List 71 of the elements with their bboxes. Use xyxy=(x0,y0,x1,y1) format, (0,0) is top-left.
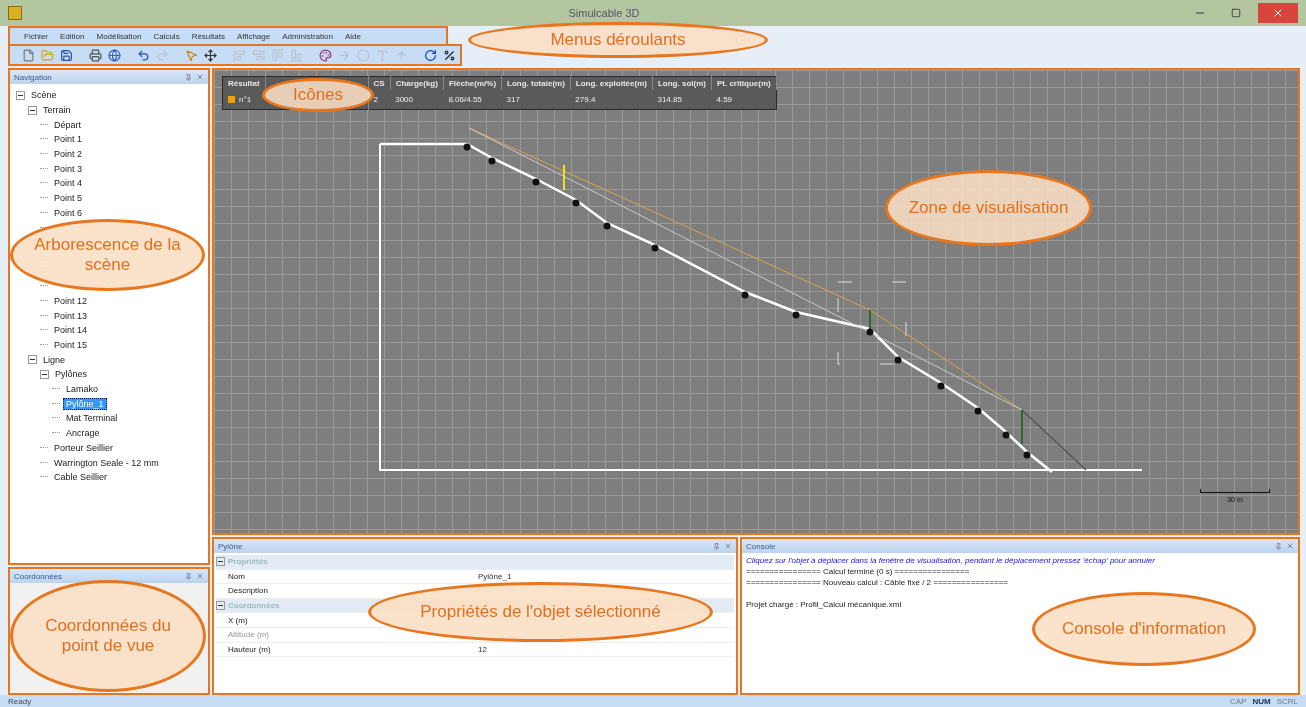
collapse-icon[interactable] xyxy=(216,557,225,567)
table-cell: 3000 xyxy=(390,90,444,110)
pin-icon[interactable] xyxy=(185,572,192,580)
menu-item[interactable]: Calculs xyxy=(153,31,180,41)
tree-item[interactable]: Départ xyxy=(51,118,84,131)
column-header: Pt. critique(m) xyxy=(711,76,777,90)
column-header: Long. totale(m) xyxy=(501,76,571,90)
palette-icon[interactable] xyxy=(317,47,333,63)
table-cell: 317 xyxy=(501,90,571,110)
table-cell: 4.59 xyxy=(711,90,777,110)
menu-item[interactable]: Administration xyxy=(282,31,333,41)
close-icon[interactable] xyxy=(724,542,732,550)
panel-title: Coordonnées xyxy=(14,571,64,581)
status-indicator: CAP xyxy=(1230,696,1247,706)
annotation-callout: Menus déroulants xyxy=(468,22,768,58)
tree-item[interactable]: Ancrage xyxy=(63,427,103,440)
property-value[interactable]: Pylône_1 xyxy=(478,571,734,581)
group-label: Coordonnées xyxy=(228,601,281,611)
property-name: Nom xyxy=(228,571,246,581)
close-icon xyxy=(1272,7,1284,19)
column-header: Charge(kg) xyxy=(390,76,444,90)
refresh-icon[interactable] xyxy=(422,47,438,63)
column-header: Long. exploitée(m) xyxy=(570,76,653,90)
move-icon[interactable] xyxy=(202,47,218,63)
menu-item[interactable]: Fichier xyxy=(24,31,48,41)
console-message: ================ Calcul terminé (0 s) ================ xyxy=(746,567,971,578)
collapse-icon[interactable] xyxy=(40,369,49,379)
maximize-icon xyxy=(1231,8,1241,18)
console-message: Cliquez sur l'objet à déplacer dans la fenêtre de visualisation, pendant le déplacement pressez 'échap' pour annuler xyxy=(746,556,1156,567)
menu-item[interactable]: Affichage xyxy=(237,31,271,41)
table-cell: 279.4 xyxy=(570,90,653,110)
collapse-icon[interactable] xyxy=(28,355,37,365)
tree-item[interactable]: Warrington Seale - 12 mm xyxy=(51,456,162,469)
window-title: Simulcable 3D xyxy=(567,7,641,19)
status-indicator: SCRL xyxy=(1276,696,1298,706)
column-header: Long. sol(m) xyxy=(652,76,712,90)
pin-icon[interactable] xyxy=(713,542,720,550)
console-message: Projet chargé : Profil_Calcul mécanique.xml xyxy=(746,600,903,611)
menu-item[interactable]: Résultats xyxy=(191,31,225,41)
close-icon[interactable] xyxy=(196,73,204,81)
collapse-icon[interactable] xyxy=(16,90,25,100)
status-text: Ready xyxy=(8,696,33,706)
save-icon[interactable] xyxy=(58,47,74,63)
column-header: Flèche(m/%) xyxy=(443,76,502,90)
property-name: X (m) xyxy=(228,615,249,625)
globe-icon[interactable] xyxy=(106,47,122,63)
pin-icon[interactable] xyxy=(1275,542,1282,550)
table-cell: 8.06/4.55 xyxy=(443,90,502,110)
pin-icon[interactable] xyxy=(185,73,192,81)
group-label: Propriétés xyxy=(228,557,269,567)
property-name: Hauteur (m) xyxy=(228,644,272,654)
app-icon xyxy=(8,6,22,20)
table-cell: 314.85 xyxy=(652,90,712,110)
menu-item[interactable]: Edition xyxy=(60,31,85,41)
panel-title: Pylône xyxy=(218,541,244,551)
property-name: Altitude (m) xyxy=(228,630,270,640)
console-message: ================ Nouveau calcul : Câble fixe / 2 ================ xyxy=(746,578,1009,589)
collapse-icon[interactable] xyxy=(28,105,37,115)
collapse-icon[interactable] xyxy=(216,601,225,611)
close-icon[interactable] xyxy=(1286,542,1294,550)
status-indicator: NUM xyxy=(1252,696,1271,706)
close-icon[interactable] xyxy=(196,572,204,580)
menu-item[interactable]: Modélisation xyxy=(96,31,142,41)
panel-title: Navigation xyxy=(14,72,53,82)
property-name: Description xyxy=(228,586,269,596)
scale-bar xyxy=(1200,489,1270,493)
printer-icon[interactable] xyxy=(87,47,103,63)
panel-title: Console xyxy=(746,541,777,551)
menu-item[interactable]: Aide xyxy=(344,31,361,41)
column-header: Résultat xyxy=(222,76,266,90)
property-value[interactable]: 12 xyxy=(478,644,734,654)
